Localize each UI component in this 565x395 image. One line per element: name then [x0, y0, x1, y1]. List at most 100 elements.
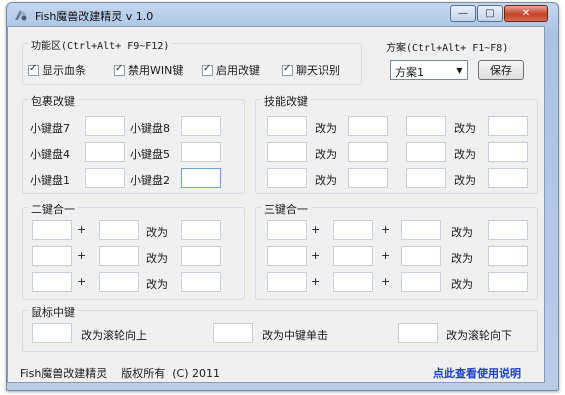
inventory-label-numpad8: 小键盘8 — [130, 122, 170, 135]
three-keys-change-label: 改为 — [451, 278, 473, 291]
inventory-label-numpad4: 小键盘4 — [30, 148, 70, 161]
maximize-icon: □ — [485, 8, 495, 19]
checkbox-label: 聊天识别 — [296, 64, 340, 77]
plus-sign: + — [381, 249, 391, 262]
skill-source-input-3[interactable] — [267, 142, 307, 162]
two-keys-b-input-1[interactable] — [99, 220, 139, 240]
checkbox-enable-remap[interactable]: 启用改键 — [202, 62, 260, 78]
plus-sign: + — [381, 275, 391, 288]
three-keys-a-input-3[interactable] — [267, 272, 307, 292]
skill-change-label: 改为 — [315, 174, 337, 187]
three-keys-b-input-1[interactable] — [333, 220, 373, 240]
two-keys-change-label: 改为 — [146, 226, 168, 239]
save-button-label: 保存 — [490, 64, 512, 77]
skill-source-input-5[interactable] — [267, 168, 307, 188]
skill-change-label: 改为 — [454, 174, 476, 187]
skill-target-input-5[interactable] — [348, 168, 388, 188]
save-button[interactable]: 保存 — [478, 60, 524, 80]
skill-target-input-6[interactable] — [488, 168, 528, 188]
fish-app-icon — [15, 10, 27, 21]
title-bar[interactable]: Fish魔兽改建精灵 v 1.0 — □ ✕ — [7, 3, 558, 27]
skill-target-input-3[interactable] — [348, 142, 388, 162]
checkbox-show-health-bar[interactable]: 显示血条 — [28, 62, 86, 78]
skill-target-input-4[interactable] — [488, 142, 528, 162]
window-title: Fish魔兽改建精灵 v 1.0 — [35, 10, 154, 23]
plus-sign: + — [381, 223, 391, 236]
three-keys-c-input-1[interactable] — [401, 220, 441, 240]
skill-remap-title: 技能改键 — [261, 93, 311, 109]
three-keys-c-input-2[interactable] — [401, 246, 441, 266]
three-keys-b-input-2[interactable] — [333, 246, 373, 266]
two-keys-title: 二键合一 — [28, 201, 78, 217]
checkbox-label: 禁用WIN键 — [128, 64, 184, 77]
skill-source-input-1[interactable] — [267, 116, 307, 136]
inventory-label-numpad7: 小键盘7 — [30, 122, 70, 135]
checkbox-chat-detect[interactable]: 聊天识别 — [282, 62, 340, 78]
maximize-button[interactable]: □ — [477, 5, 503, 22]
inventory-input-numpad4[interactable] — [85, 142, 125, 162]
inventory-input-numpad5[interactable] — [181, 142, 221, 162]
mouse-middle-click-input[interactable] — [213, 323, 253, 343]
checkbox-box[interactable] — [202, 63, 213, 76]
chevron-down-icon[interactable]: ▼ — [452, 61, 467, 79]
plus-sign: + — [77, 275, 87, 288]
inventory-input-numpad1[interactable] — [85, 168, 125, 188]
function-area-title: 功能区(Ctrl+Alt+ F9~F12) — [28, 37, 173, 52]
inventory-input-numpad2[interactable] — [181, 168, 221, 188]
three-keys-title: 三键合一 — [261, 201, 311, 217]
three-keys-c-input-3[interactable] — [401, 272, 441, 292]
three-keys-a-input-1[interactable] — [267, 220, 307, 240]
mouse-wheel-down-label: 改为滚轮向下 — [446, 329, 512, 342]
help-link[interactable]: 点此查看使用说明 — [433, 365, 521, 381]
three-keys-target-input-3[interactable] — [488, 272, 528, 292]
plus-sign: + — [77, 249, 87, 262]
checkbox-box[interactable] — [282, 63, 293, 76]
inventory-label-numpad1: 小键盘1 — [30, 174, 70, 187]
skill-source-input-4[interactable] — [406, 142, 446, 162]
three-keys-b-input-3[interactable] — [333, 272, 373, 292]
checkbox-box[interactable] — [114, 63, 125, 76]
inventory-label-numpad2: 小键盘2 — [130, 174, 170, 187]
two-keys-target-input-1[interactable] — [181, 220, 221, 240]
two-keys-a-input-1[interactable] — [32, 220, 72, 240]
inventory-input-numpad8[interactable] — [181, 116, 221, 136]
minimize-button[interactable]: — — [450, 5, 476, 22]
checkbox-disable-win-key[interactable]: 禁用WIN键 — [114, 62, 183, 78]
skill-target-input-2[interactable] — [488, 116, 528, 136]
skill-source-input-2[interactable] — [406, 116, 446, 136]
three-keys-a-input-2[interactable] — [267, 246, 307, 266]
inventory-remap-title: 包裹改键 — [28, 93, 78, 109]
checkbox-label: 启用改键 — [216, 64, 260, 77]
skill-change-label: 改为 — [454, 148, 476, 161]
checkbox-label: 显示血条 — [42, 64, 86, 77]
skill-target-input-1[interactable] — [348, 116, 388, 136]
two-keys-b-input-2[interactable] — [99, 246, 139, 266]
close-button[interactable]: ✕ — [504, 5, 548, 22]
mouse-wheel-down-input[interactable] — [398, 323, 438, 343]
checkbox-box[interactable] — [28, 63, 39, 76]
mouse-middle-click-label: 改为中键单击 — [262, 329, 328, 342]
two-keys-change-label: 改为 — [146, 252, 168, 265]
plus-sign: + — [311, 249, 321, 262]
two-keys-b-input-3[interactable] — [99, 272, 139, 292]
close-icon: ✕ — [521, 8, 531, 19]
mouse-wheel-up-input[interactable] — [32, 323, 72, 343]
plus-sign: + — [77, 223, 87, 236]
two-keys-a-input-2[interactable] — [32, 246, 72, 266]
scheme-select[interactable]: 方案1 ▼ — [390, 60, 468, 80]
skill-source-input-6[interactable] — [406, 168, 446, 188]
mouse-wheel-up-label: 改为滚轮向上 — [81, 329, 147, 342]
scheme-selected-value: 方案1 — [395, 66, 424, 79]
two-keys-target-input-2[interactable] — [181, 246, 221, 266]
inventory-input-numpad7[interactable] — [85, 116, 125, 136]
skill-change-label: 改为 — [315, 148, 337, 161]
three-keys-target-input-2[interactable] — [488, 246, 528, 266]
two-keys-change-label: 改为 — [146, 278, 168, 291]
two-keys-a-input-3[interactable] — [32, 272, 72, 292]
skill-change-label: 改为 — [454, 122, 476, 135]
three-keys-target-input-1[interactable] — [488, 220, 528, 240]
two-keys-target-input-3[interactable] — [181, 272, 221, 292]
minimize-icon: — — [458, 8, 468, 19]
skill-change-label: 改为 — [315, 122, 337, 135]
inventory-label-numpad5: 小键盘5 — [130, 148, 170, 161]
